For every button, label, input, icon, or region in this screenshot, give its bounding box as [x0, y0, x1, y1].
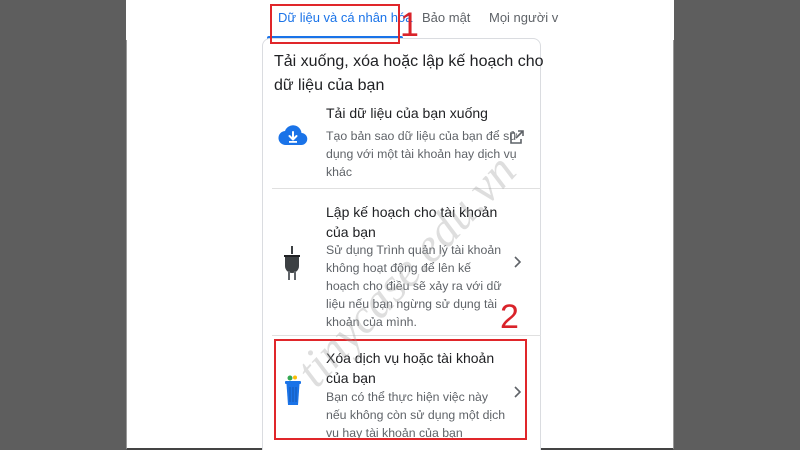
cloud-download-icon — [278, 125, 308, 146]
callout-box-tab — [270, 4, 400, 44]
tab-security[interactable]: Bảo mật — [422, 10, 470, 25]
plug-icon — [284, 246, 300, 280]
open-in-new-icon[interactable] — [509, 129, 525, 145]
section-title: Tải xuống, xóa hoặc lập kế hoạch cho dữ … — [274, 53, 544, 94]
step-number-2: 2 — [500, 298, 519, 336]
tab-people[interactable]: Mọi người v — [489, 10, 558, 25]
callout-box-delete — [274, 339, 527, 440]
item-desc-download: Tạo bản sao dữ liệu của bạn để sử dụng v… — [326, 129, 518, 179]
item-title-download: Tải dữ liệu của bạn xuống — [326, 105, 488, 121]
item-desc-plan-account: Sử dụng Trình quản lý tài khoản không ho… — [326, 243, 502, 329]
chevron-right-icon[interactable] — [509, 254, 525, 270]
item-title-plan-account: Lập kế hoạch cho tài khoản của bạn — [326, 204, 498, 240]
step-number-1: 1 — [400, 6, 419, 44]
